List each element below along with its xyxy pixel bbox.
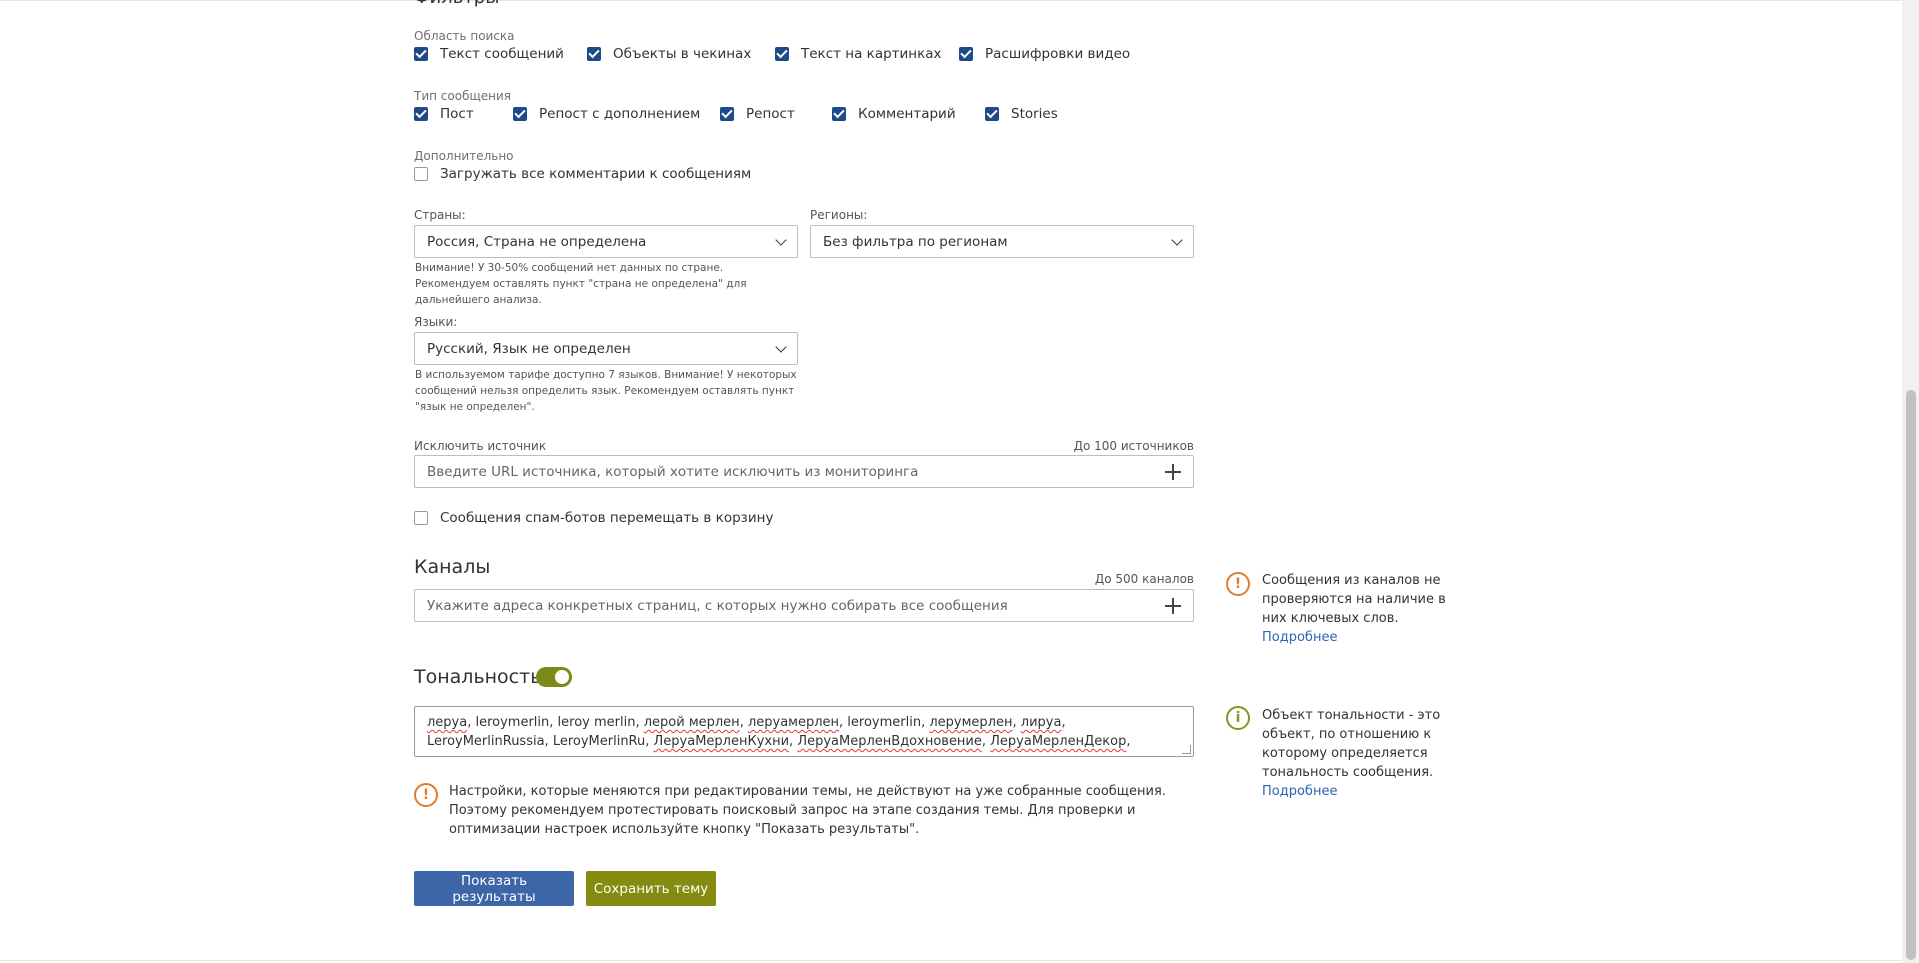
tonality-title: Тональность bbox=[414, 666, 542, 688]
languages-select[interactable]: Русский, Язык не определен bbox=[414, 332, 798, 365]
languages-hint: В используемом тарифе доступно 7 языков.… bbox=[415, 369, 797, 413]
channels-field[interactable] bbox=[414, 589, 1194, 622]
tonality-keyword-segment: , bbox=[1126, 734, 1131, 749]
tonality-keyword-segment: , bbox=[1012, 715, 1021, 730]
info-icon: i bbox=[1226, 706, 1250, 730]
checkbox-video-transcripts[interactable]: Расшифровки видео bbox=[959, 45, 1130, 63]
tonality-keyword-segment: ЛеруаМерленДекор bbox=[990, 734, 1127, 749]
warning-icon: ! bbox=[414, 783, 438, 807]
tonality-keyword-segment: лируа bbox=[1020, 715, 1062, 730]
exclude-source-field[interactable] bbox=[414, 455, 1194, 488]
checkbox-unchecked-icon[interactable] bbox=[414, 167, 428, 181]
tonality-keyword-segment: , bbox=[739, 715, 748, 730]
chevron-down-icon bbox=[775, 340, 787, 353]
bottom-divider bbox=[0, 960, 1902, 961]
top-divider bbox=[0, 0, 1902, 1]
exclude-source-input[interactable] bbox=[427, 463, 1165, 480]
tonality-keyword-segment: лерой мерлен bbox=[643, 715, 740, 730]
search-area-label: Область поиска bbox=[414, 29, 515, 43]
save-topic-button[interactable]: Сохранить тему bbox=[586, 871, 716, 906]
warning-icon: ! bbox=[1226, 572, 1250, 596]
channels-more-link[interactable]: Подробнее bbox=[1262, 630, 1337, 645]
checkbox-repost[interactable]: Репост bbox=[720, 105, 795, 123]
checkbox-checked-icon[interactable] bbox=[587, 47, 601, 61]
checkbox-checked-icon[interactable] bbox=[513, 107, 527, 121]
chevron-down-icon bbox=[775, 233, 787, 246]
checkbox-checked-icon[interactable] bbox=[959, 47, 973, 61]
resize-handle-icon[interactable] bbox=[1182, 745, 1191, 754]
channels-input[interactable] bbox=[427, 597, 1165, 614]
plus-icon[interactable] bbox=[1165, 597, 1181, 614]
channels-limit: До 500 каналов bbox=[1094, 572, 1194, 586]
settings-warning-text: Настройки, которые меняются при редактир… bbox=[449, 784, 1166, 837]
checkbox-checked-icon[interactable] bbox=[720, 107, 734, 121]
tonality-keyword-segment: леруа bbox=[427, 715, 468, 730]
tonality-keyword-segment: ЛеруаМерленВдохновение bbox=[797, 734, 982, 749]
tonality-keyword-segment: , bbox=[981, 734, 991, 749]
checkbox-checked-icon[interactable] bbox=[832, 107, 846, 121]
exclude-source-label: Исключить источник bbox=[414, 439, 547, 453]
tonality-keyword-segment: , сотрудник, товар, кассир bbox=[511, 753, 694, 756]
tonality-note: Объект тональности - это объект, по отно… bbox=[1262, 708, 1441, 799]
languages-label: Языки: bbox=[414, 315, 458, 329]
tonality-toggle[interactable] bbox=[536, 667, 572, 687]
checkbox-checked-icon[interactable] bbox=[985, 107, 999, 121]
toggle-knob bbox=[555, 670, 569, 684]
filters-heading: Фильтры bbox=[414, 0, 499, 8]
tonality-keywords-textarea[interactable]: леруа, leroymerlin, leroy merlin, лерой … bbox=[414, 706, 1194, 757]
plus-icon[interactable] bbox=[1165, 463, 1181, 480]
checkbox-repost-with-addition[interactable]: Репост с дополнением bbox=[513, 105, 700, 123]
checkbox-checked-icon[interactable] bbox=[414, 107, 428, 121]
additional-label: Дополнительно bbox=[414, 149, 514, 163]
checkbox-checkin-objects[interactable]: Объекты в чекинах bbox=[587, 45, 751, 63]
countries-label: Страны: bbox=[414, 208, 466, 222]
tonality-keyword-segment: ЛеруаМерленКухни bbox=[653, 734, 790, 749]
checkbox-load-comments[interactable]: Загружать все комментарии к сообщениям bbox=[414, 165, 751, 183]
checkbox-comment[interactable]: Комментарий bbox=[832, 105, 956, 123]
chevron-down-icon bbox=[1171, 233, 1183, 246]
countries-hint: Внимание! У 30-50% сообщений нет данных … bbox=[415, 262, 747, 306]
checkbox-post[interactable]: Пост bbox=[414, 105, 474, 123]
tonality-keyword-segment: , leroymerlin, leroy merlin, bbox=[467, 715, 644, 730]
tonality-more-link[interactable]: Подробнее bbox=[1262, 784, 1337, 799]
checkbox-stories[interactable]: Stories bbox=[985, 105, 1058, 123]
channels-note: Сообщения из каналов не проверяются на н… bbox=[1262, 573, 1446, 645]
checkbox-spam-bots[interactable]: Сообщения спам-ботов перемещать в корзин… bbox=[414, 509, 773, 527]
scrollbar-thumb[interactable] bbox=[1906, 390, 1916, 960]
tonality-keyword-segment: , leroymerlin, bbox=[839, 715, 930, 730]
tonality-keyword-segment: лерумерлен bbox=[929, 715, 1013, 730]
exclude-source-limit: До 100 источников bbox=[1073, 439, 1194, 453]
checkbox-checked-icon[interactable] bbox=[775, 47, 789, 61]
tonality-keyword-segment: леруамерлен bbox=[747, 715, 840, 730]
regions-select[interactable]: Без фильтра по регионам bbox=[810, 225, 1194, 258]
checkbox-message-text[interactable]: Текст сообщений bbox=[414, 45, 564, 63]
channels-title: Каналы bbox=[414, 556, 491, 578]
tonality-keywords-text: леруа, leroymerlin, leroy merlin, лерой … bbox=[427, 715, 1131, 756]
tonality-keyword-segment: леруашечка bbox=[427, 753, 511, 756]
countries-select[interactable]: Россия, Страна не определена bbox=[414, 225, 798, 258]
checkbox-image-text[interactable]: Текст на картинках bbox=[775, 45, 942, 63]
message-type-label: Тип сообщения bbox=[414, 89, 512, 103]
checkbox-checked-icon[interactable] bbox=[414, 47, 428, 61]
regions-label: Регионы: bbox=[810, 208, 868, 222]
show-results-button[interactable]: Показать результаты bbox=[414, 871, 574, 906]
checkbox-unchecked-icon[interactable] bbox=[414, 511, 428, 525]
